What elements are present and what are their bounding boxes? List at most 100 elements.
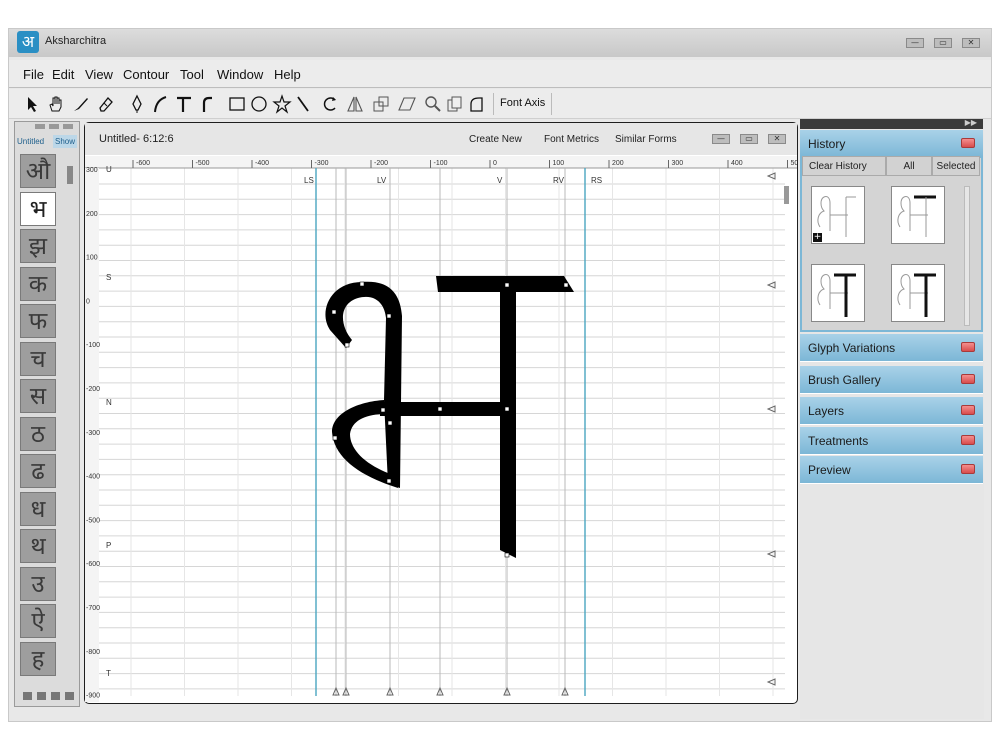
create-new-link[interactable]: Create New xyxy=(469,134,522,145)
control-point[interactable] xyxy=(504,282,510,288)
glyph-item[interactable]: ऐ xyxy=(20,604,56,638)
footer-icon[interactable] xyxy=(37,692,46,700)
section-header[interactable]: Glyph Variations xyxy=(800,334,983,362)
star-icon[interactable] xyxy=(272,94,292,114)
history-thumbnail[interactable]: + xyxy=(811,186,865,244)
add-icon[interactable]: + xyxy=(813,233,822,242)
glyph-item[interactable]: भ xyxy=(20,191,56,226)
guide-marker-icon[interactable] xyxy=(766,172,776,180)
glyph-item[interactable]: ठ xyxy=(20,416,56,451)
control-point[interactable] xyxy=(380,407,386,413)
glyph-editor-canvas[interactable]: -600 -500 -400 -300 -200 -100 0 100 200 300 400 500… xyxy=(85,156,797,702)
show-tab[interactable]: Show xyxy=(53,135,78,148)
glyph-item[interactable]: उ xyxy=(20,566,56,601)
section-header[interactable]: Treatments xyxy=(800,427,983,455)
selected-tab[interactable]: Selected xyxy=(932,156,980,176)
glyph-control-points[interactable] xyxy=(331,281,569,558)
expand-icon[interactable]: ▶▶ xyxy=(965,118,977,127)
menu-tool[interactable]: Tool xyxy=(180,67,204,82)
menu-view[interactable]: View xyxy=(85,67,113,82)
glyph-item[interactable]: फ xyxy=(20,304,56,338)
curve-icon[interactable] xyxy=(150,94,170,114)
font-axis-button[interactable]: Font Axis xyxy=(500,97,545,109)
brush-icon[interactable] xyxy=(71,94,91,114)
control-point[interactable] xyxy=(359,281,365,287)
control-point[interactable] xyxy=(386,313,392,319)
footer-icon[interactable] xyxy=(65,692,74,700)
section-header[interactable]: Preview xyxy=(800,456,983,484)
control-point[interactable] xyxy=(332,435,338,441)
glyph-bha-outline[interactable] xyxy=(325,276,574,558)
glyph-item[interactable]: थ xyxy=(20,529,56,563)
rotate-icon[interactable] xyxy=(321,94,341,114)
guide-marker-icon[interactable] xyxy=(766,678,776,686)
glyph-item[interactable]: ह xyxy=(20,641,56,676)
font-metrics-link[interactable]: Font Metrics xyxy=(544,134,599,145)
footer-icon[interactable] xyxy=(23,692,32,700)
control-point[interactable] xyxy=(563,282,569,288)
glyph-item[interactable]: ढ xyxy=(20,454,56,488)
menu-file[interactable]: File xyxy=(23,67,44,82)
section-close-icon[interactable] xyxy=(961,342,975,352)
control-point[interactable] xyxy=(387,420,393,426)
glyph-item[interactable]: च xyxy=(20,341,56,376)
close-icon[interactable]: ✕ xyxy=(962,38,980,48)
section-close-icon[interactable] xyxy=(961,464,975,474)
doc-close-icon[interactable]: ✕ xyxy=(768,134,786,144)
maximize-icon[interactable]: ▭ xyxy=(934,38,952,48)
history-scrollbar[interactable] xyxy=(964,186,970,326)
menu-contour[interactable]: Contour xyxy=(123,67,169,82)
minimize-icon[interactable]: — xyxy=(906,38,924,48)
section-close-icon[interactable] xyxy=(961,405,975,415)
guide-marker-icon[interactable] xyxy=(766,281,776,289)
glyph-item[interactable]: स xyxy=(20,379,56,413)
ellipse-icon[interactable] xyxy=(249,94,269,114)
menu-edit[interactable]: Edit xyxy=(52,67,74,82)
canvas-scrollbar[interactable] xyxy=(784,186,789,204)
arrow-select-icon[interactable] xyxy=(23,94,43,114)
control-point[interactable] xyxy=(504,552,510,558)
hand-icon[interactable] xyxy=(46,94,66,114)
t-junction-icon[interactable] xyxy=(174,94,194,114)
doc-minimize-icon[interactable]: — xyxy=(712,134,730,144)
history-header[interactable]: History xyxy=(800,130,983,158)
similar-forms-link[interactable]: Similar Forms xyxy=(615,134,677,145)
control-point[interactable] xyxy=(331,309,337,315)
history-close-icon[interactable] xyxy=(961,138,975,148)
glyph-item[interactable]: ध xyxy=(20,491,56,526)
control-point[interactable] xyxy=(437,406,443,412)
zoom-icon[interactable] xyxy=(423,94,443,114)
section-header[interactable]: Brush Gallery xyxy=(800,366,983,394)
control-point[interactable] xyxy=(386,478,392,484)
glyph-item[interactable]: औ xyxy=(20,154,56,188)
scale-icon[interactable] xyxy=(371,94,391,114)
pen-icon[interactable] xyxy=(127,94,147,114)
section-close-icon[interactable] xyxy=(961,435,975,445)
guide-marker-icon[interactable] xyxy=(766,405,776,413)
clear-history-tab[interactable]: Clear History xyxy=(802,156,886,176)
copy-icon[interactable] xyxy=(445,94,465,114)
eraser-icon[interactable] xyxy=(96,94,116,114)
glyph-item[interactable]: क xyxy=(20,266,56,301)
history-thumbnail[interactable] xyxy=(891,186,945,244)
section-header[interactable]: Layers xyxy=(800,397,983,425)
menu-window[interactable]: Window xyxy=(217,67,263,82)
skew-icon[interactable] xyxy=(397,94,417,114)
line-icon[interactable] xyxy=(293,94,313,114)
document-tab[interactable]: Untitled xyxy=(17,137,44,146)
guide-marker-icon[interactable] xyxy=(766,550,776,558)
all-tab[interactable]: All xyxy=(886,156,932,176)
footer-icon[interactable] xyxy=(51,692,60,700)
doc-maximize-icon[interactable]: ▭ xyxy=(740,134,758,144)
history-thumbnail[interactable] xyxy=(891,264,945,322)
menu-help[interactable]: Help xyxy=(274,67,301,82)
corner-icon[interactable] xyxy=(467,94,487,114)
control-point[interactable] xyxy=(504,406,510,412)
glyph-list-scrollbar[interactable] xyxy=(67,166,73,184)
section-close-icon[interactable] xyxy=(961,374,975,384)
hook-icon[interactable] xyxy=(198,94,218,114)
history-thumbnail[interactable] xyxy=(811,264,865,322)
control-point[interactable] xyxy=(344,342,350,348)
rectangle-icon[interactable] xyxy=(227,94,247,114)
mirror-icon[interactable] xyxy=(345,94,365,114)
